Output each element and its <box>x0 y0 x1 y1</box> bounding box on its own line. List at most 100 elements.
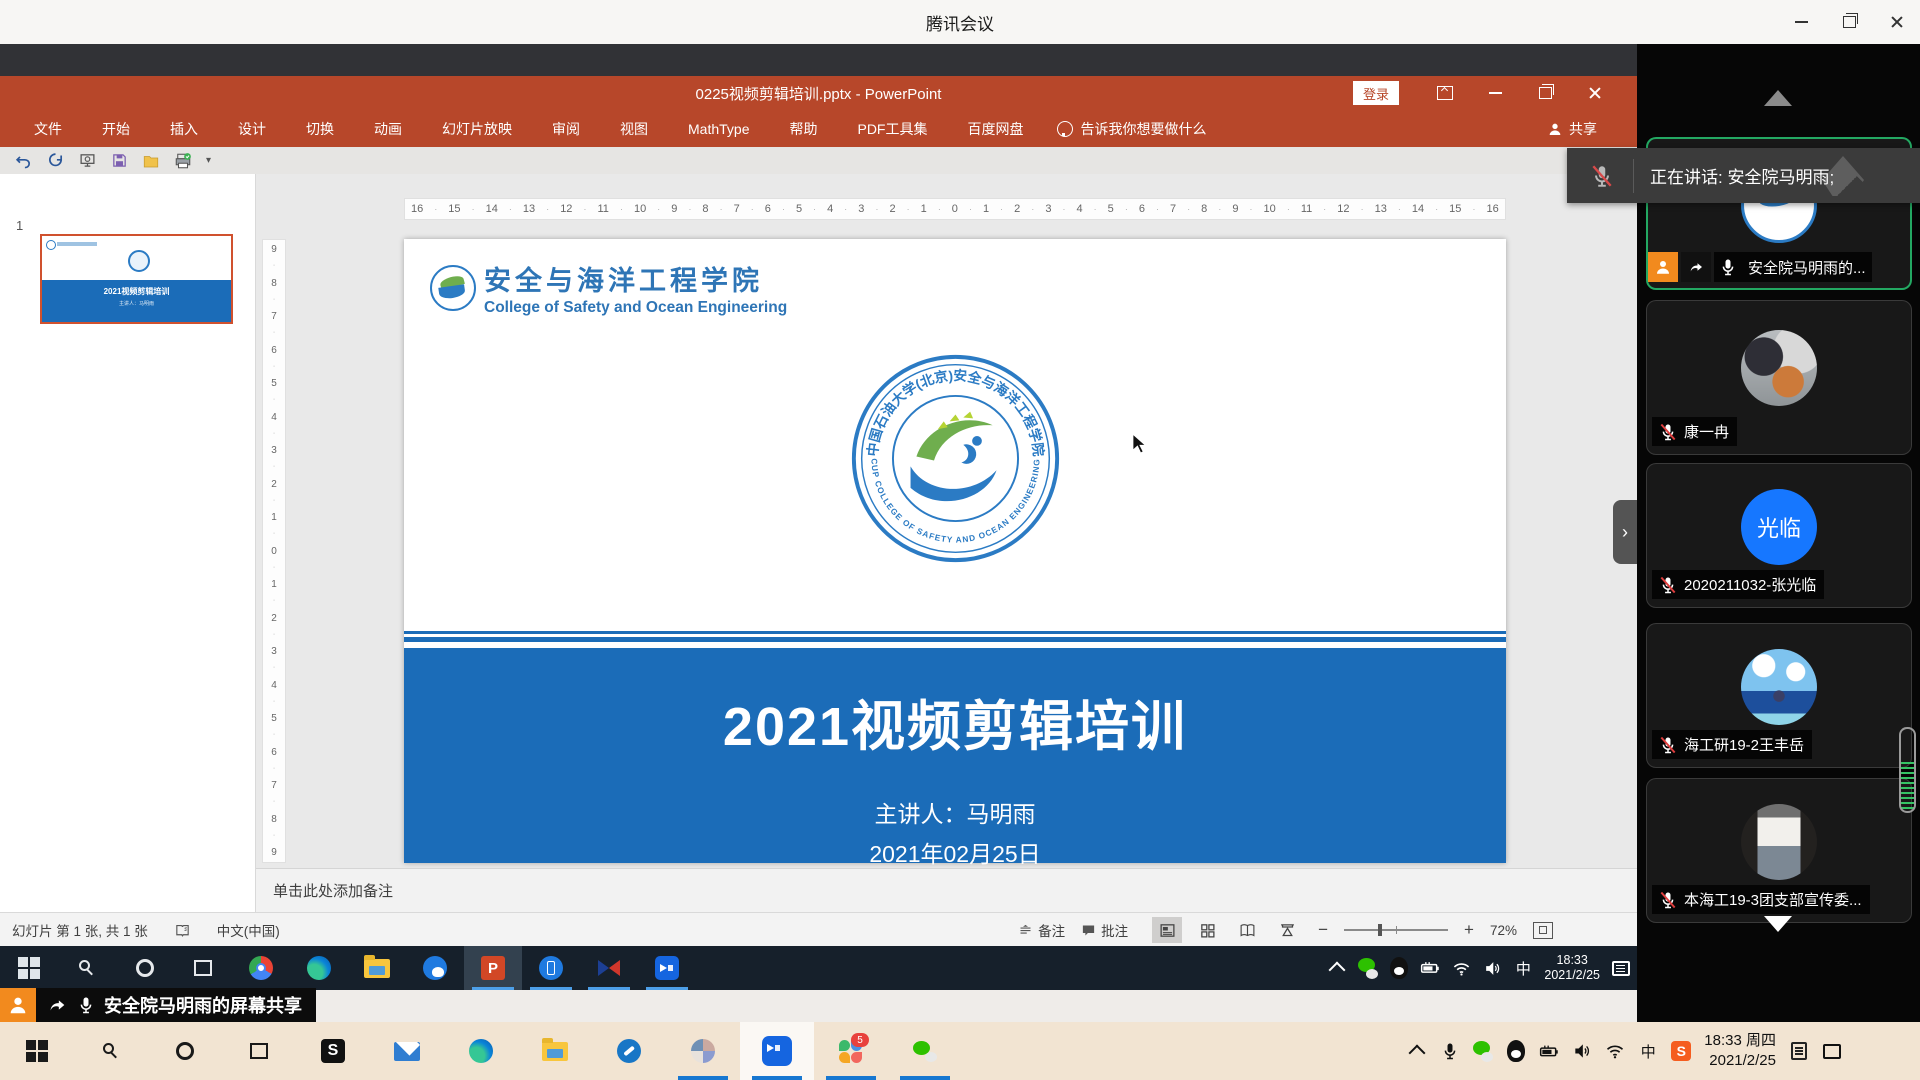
ribbon-tab[interactable]: PDF工具集 <box>837 110 947 147</box>
reading-view-button[interactable] <box>1232 917 1262 943</box>
redo-icon[interactable] <box>46 152 64 170</box>
ppt-minimize-button[interactable] <box>1484 82 1506 104</box>
wifi-icon[interactable] <box>1605 1041 1625 1061</box>
save-icon[interactable] <box>110 152 128 170</box>
qq-tray-icon[interactable] <box>1389 958 1409 978</box>
zoom-slider[interactable] <box>1344 929 1448 931</box>
minimize-button[interactable] <box>1786 7 1816 37</box>
notes-toggle[interactable]: 备注 <box>1018 920 1065 940</box>
file-explorer-icon[interactable] <box>518 1022 592 1080</box>
volume-icon[interactable] <box>1572 1041 1592 1061</box>
spellcheck-icon[interactable] <box>174 922 191 939</box>
docs-app-icon[interactable]: 5 <box>814 1022 888 1080</box>
ppt-share-button[interactable]: 共享 <box>1547 119 1597 139</box>
task-view-icon[interactable] <box>222 1022 296 1080</box>
ribbon-tab[interactable]: MathType <box>668 110 769 147</box>
battery-icon[interactable] <box>1420 958 1440 978</box>
start-button[interactable] <box>0 946 58 990</box>
normal-view-button[interactable] <box>1152 917 1182 943</box>
action-center-icon[interactable] <box>1822 1041 1842 1061</box>
comments-toggle[interactable]: 批注 <box>1081 920 1128 940</box>
undo-icon[interactable] <box>14 152 32 170</box>
ribbon-tab[interactable]: 动画 <box>354 110 422 147</box>
scroll-down-icon[interactable] <box>1764 916 1792 932</box>
sogou-tray-icon[interactable]: S <box>1671 1041 1691 1061</box>
start-button[interactable] <box>0 1022 74 1080</box>
ppt-restore-button[interactable] <box>1534 82 1556 104</box>
zoom-in-button[interactable]: + <box>1464 920 1474 940</box>
sogou-app-icon[interactable]: S <box>296 1022 370 1080</box>
edge-icon[interactable] <box>290 946 348 990</box>
edge-icon[interactable] <box>444 1022 518 1080</box>
browser-app-icon[interactable] <box>406 946 464 990</box>
wechat-app-icon[interactable] <box>888 1022 962 1080</box>
clock[interactable]: 18:33 2021/2/25 <box>1544 953 1600 983</box>
ribbon-tab[interactable]: 开始 <box>82 110 150 147</box>
start-slideshow-icon[interactable] <box>78 152 96 170</box>
ribbon-tab[interactable]: 幻灯片放映 <box>422 110 532 147</box>
maximize-button[interactable] <box>1834 7 1864 37</box>
chrome-icon[interactable] <box>232 946 290 990</box>
tencent-meeting-icon[interactable] <box>740 1022 814 1080</box>
cortana-icon[interactable] <box>148 1022 222 1080</box>
task-view-icon[interactable] <box>174 946 232 990</box>
zoom-level[interactable]: 72% <box>1490 923 1517 938</box>
meeting-app-icon[interactable] <box>638 946 696 990</box>
wechat-tray-icon[interactable] <box>1473 1041 1493 1061</box>
sidebar-collapse-handle[interactable]: › <box>1613 500 1637 564</box>
close-button[interactable] <box>1882 7 1912 37</box>
ribbon-tab[interactable]: 百度网盘 <box>947 110 1043 147</box>
slideshow-view-button[interactable] <box>1272 917 1302 943</box>
ribbon-tab[interactable]: 插入 <box>150 110 218 147</box>
ribbon-tab[interactable]: 审阅 <box>532 110 600 147</box>
cortana-icon[interactable] <box>116 946 174 990</box>
participant-tile[interactable]: 本海工19-3团支部宣传委... <box>1646 778 1912 923</box>
mail-app-icon[interactable] <box>370 1022 444 1080</box>
ribbon-tab[interactable]: 视图 <box>600 110 668 147</box>
tray-expand-icon[interactable] <box>1327 958 1347 978</box>
mic-tray-icon[interactable] <box>1440 1041 1460 1061</box>
photos-app-icon[interactable] <box>666 1022 740 1080</box>
file-explorer-icon[interactable] <box>348 946 406 990</box>
ribbon-tab[interactable]: 文件 <box>14 110 82 147</box>
volume-icon[interactable] <box>1482 958 1502 978</box>
ribbon-tab[interactable]: 设计 <box>218 110 286 147</box>
zoom-out-button[interactable]: − <box>1318 920 1328 940</box>
fit-to-window-button[interactable] <box>1533 922 1553 939</box>
slide-sorter-view-button[interactable] <box>1192 917 1222 943</box>
search-icon[interactable] <box>58 946 116 990</box>
ime-indicator[interactable]: 中 <box>1638 1041 1658 1061</box>
qq-tray-icon[interactable] <box>1506 1041 1526 1061</box>
participant-tile[interactable]: 康一冉 <box>1646 300 1912 455</box>
media-app-icon[interactable] <box>580 946 638 990</box>
wechat-tray-icon[interactable] <box>1358 958 1378 978</box>
notes-input[interactable]: 单击此处添加备注 <box>256 868 1637 912</box>
scroll-up-icon[interactable] <box>1764 90 1792 106</box>
tray-expand-icon[interactable] <box>1407 1041 1427 1061</box>
powerpoint-taskbar-icon[interactable]: P <box>464 946 522 990</box>
ribbon-display-options-icon[interactable] <box>1434 82 1456 104</box>
language-indicator[interactable]: 中文(中国) <box>217 920 280 940</box>
participant-tile[interactable]: 光临2020211032-张光临 <box>1646 463 1912 608</box>
slide-canvas[interactable]: 安全与海洋工程学院 College of Safety and Ocean En… <box>404 239 1506 863</box>
battery-icon[interactable] <box>1539 1041 1559 1061</box>
tell-me-box[interactable]: 告诉我你想要做什么 <box>1057 119 1206 139</box>
qat-customize-icon[interactable]: ▾ <box>206 155 211 166</box>
clock[interactable]: 18:33 周四 2021/2/25 <box>1704 1031 1776 1071</box>
print-preview-icon[interactable] <box>174 152 192 170</box>
ribbon-tab[interactable]: 帮助 <box>769 110 837 147</box>
ime-indicator[interactable]: 中 <box>1513 958 1533 978</box>
phone-app-icon[interactable] <box>522 946 580 990</box>
open-icon[interactable] <box>142 152 160 170</box>
participant-tile[interactable]: 海工研19-2王丰岳 <box>1646 623 1912 768</box>
action-center-icon[interactable] <box>1611 958 1631 978</box>
ppt-login-button[interactable]: 登录 <box>1353 81 1399 105</box>
search-icon[interactable] <box>74 1022 148 1080</box>
ppt-close-button[interactable] <box>1584 82 1606 104</box>
ribbon-tab[interactable]: 切换 <box>286 110 354 147</box>
notes-tray-icon[interactable] <box>1789 1041 1809 1061</box>
wifi-icon[interactable] <box>1451 958 1471 978</box>
slide-thumbnail[interactable]: 2021视频剪辑培训 主讲人：马明雨 <box>40 234 233 324</box>
tools-app-icon[interactable] <box>592 1022 666 1080</box>
zoom-slider-thumb[interactable] <box>1378 924 1382 936</box>
